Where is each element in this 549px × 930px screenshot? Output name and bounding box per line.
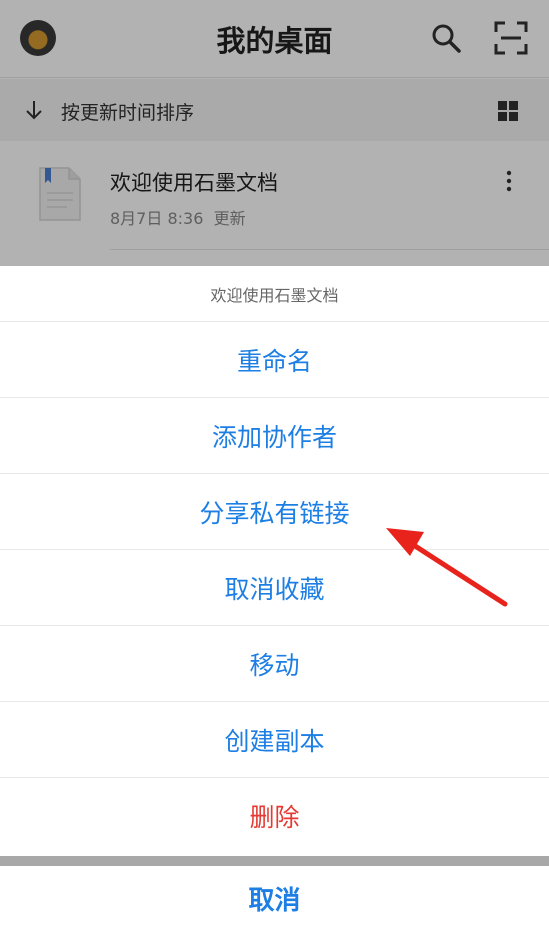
- add-collaborator-button[interactable]: 添加协作者: [0, 398, 549, 474]
- duplicate-button[interactable]: 创建副本: [0, 702, 549, 778]
- rename-button[interactable]: 重命名: [0, 322, 549, 398]
- sheet-separator: [0, 856, 549, 866]
- action-sheet: 欢迎使用石墨文档 重命名 添加协作者 分享私有链接 取消收藏 移动 创建副本 删…: [0, 266, 549, 930]
- action-sheet-title: 欢迎使用石墨文档: [0, 266, 549, 322]
- move-button[interactable]: 移动: [0, 626, 549, 702]
- app: 我的桌面 按更新时间排序 欢迎使用石墨文档 8月7日 8:36 更新 欢迎使用石…: [0, 0, 549, 930]
- delete-button[interactable]: 删除: [0, 778, 549, 854]
- share-private-link-button[interactable]: 分享私有链接: [0, 474, 549, 550]
- cancel-button[interactable]: 取消: [0, 866, 549, 930]
- unfavorite-button[interactable]: 取消收藏: [0, 550, 549, 626]
